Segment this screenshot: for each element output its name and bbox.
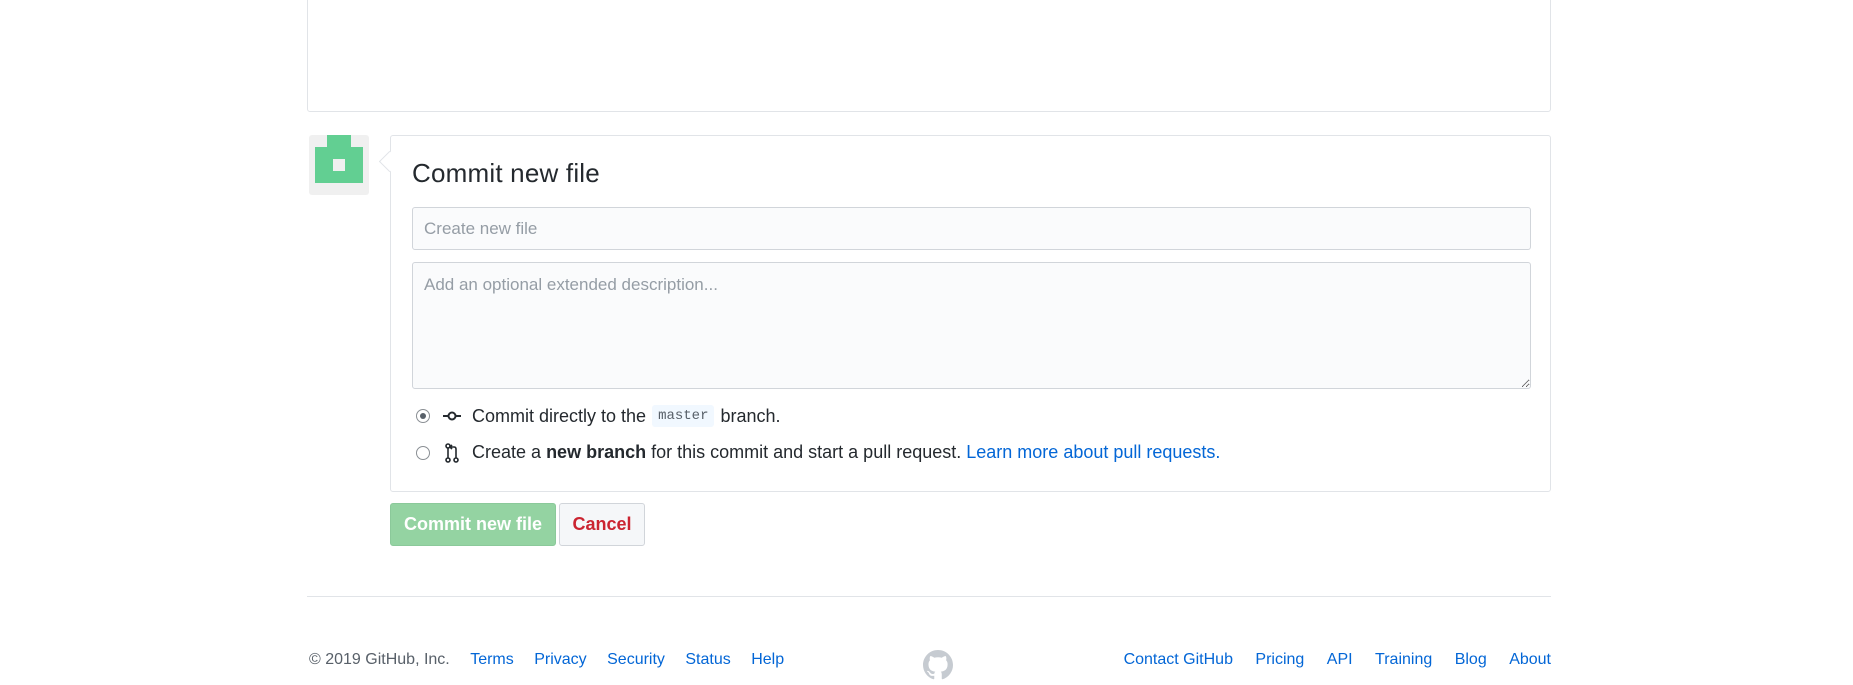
commit-direct-suffix: branch. xyxy=(720,405,781,426)
file-editor-area[interactable] xyxy=(307,0,1551,112)
commit-new-file-button[interactable]: Commit new file xyxy=(390,503,556,546)
footer-link-training[interactable]: Training xyxy=(1375,651,1432,668)
avatar xyxy=(309,135,369,195)
footer-right: Contact GitHub Pricing API Training Blog… xyxy=(1106,651,1551,669)
git-pull-request-icon xyxy=(442,442,462,463)
commit-form: Commit new file Commit directly to the m… xyxy=(390,135,1551,492)
footer-copyright: © 2019 GitHub, Inc. xyxy=(309,651,450,668)
commit-direct-option[interactable]: Commit directly to the master branch. xyxy=(416,405,781,427)
commit-description-input[interactable] xyxy=(412,262,1531,389)
footer-link-about[interactable]: About xyxy=(1509,651,1551,668)
new-branch-bold: new branch xyxy=(546,442,647,462)
github-mark-icon[interactable] xyxy=(923,650,953,680)
pull-request-help-link[interactable]: Learn more about pull requests. xyxy=(966,442,1220,463)
footer-link-privacy[interactable]: Privacy xyxy=(534,651,586,668)
new-branch-option[interactable]: Create a new branch for this commit and … xyxy=(416,442,1220,463)
footer-divider xyxy=(307,596,1551,597)
new-branch-radio[interactable] xyxy=(416,445,430,460)
footer-link-help[interactable]: Help xyxy=(751,651,784,668)
footer-link-status[interactable]: Status xyxy=(685,651,730,668)
footer-left: © 2019 GitHub, Inc. Terms Privacy Securi… xyxy=(309,651,784,669)
footer-link-pricing[interactable]: Pricing xyxy=(1255,651,1304,668)
commit-summary-input[interactable] xyxy=(412,207,1531,250)
commit-direct-radio[interactable] xyxy=(416,409,430,423)
cancel-button[interactable]: Cancel xyxy=(559,503,645,546)
footer-link-terms[interactable]: Terms xyxy=(470,651,514,668)
footer-link-blog[interactable]: Blog xyxy=(1455,651,1487,668)
commit-title: Commit new file xyxy=(412,158,600,188)
git-commit-icon xyxy=(442,406,462,426)
new-branch-middle: for this commit and start a pull request… xyxy=(651,442,962,462)
commit-direct-prefix: Commit directly to the xyxy=(472,405,647,426)
footer-link-security[interactable]: Security xyxy=(607,651,665,668)
footer-link-api[interactable]: API xyxy=(1327,651,1353,668)
new-branch-prefix: Create a xyxy=(472,442,542,462)
footer-link-contact[interactable]: Contact GitHub xyxy=(1124,651,1233,668)
branch-name-badge: master xyxy=(652,405,715,427)
